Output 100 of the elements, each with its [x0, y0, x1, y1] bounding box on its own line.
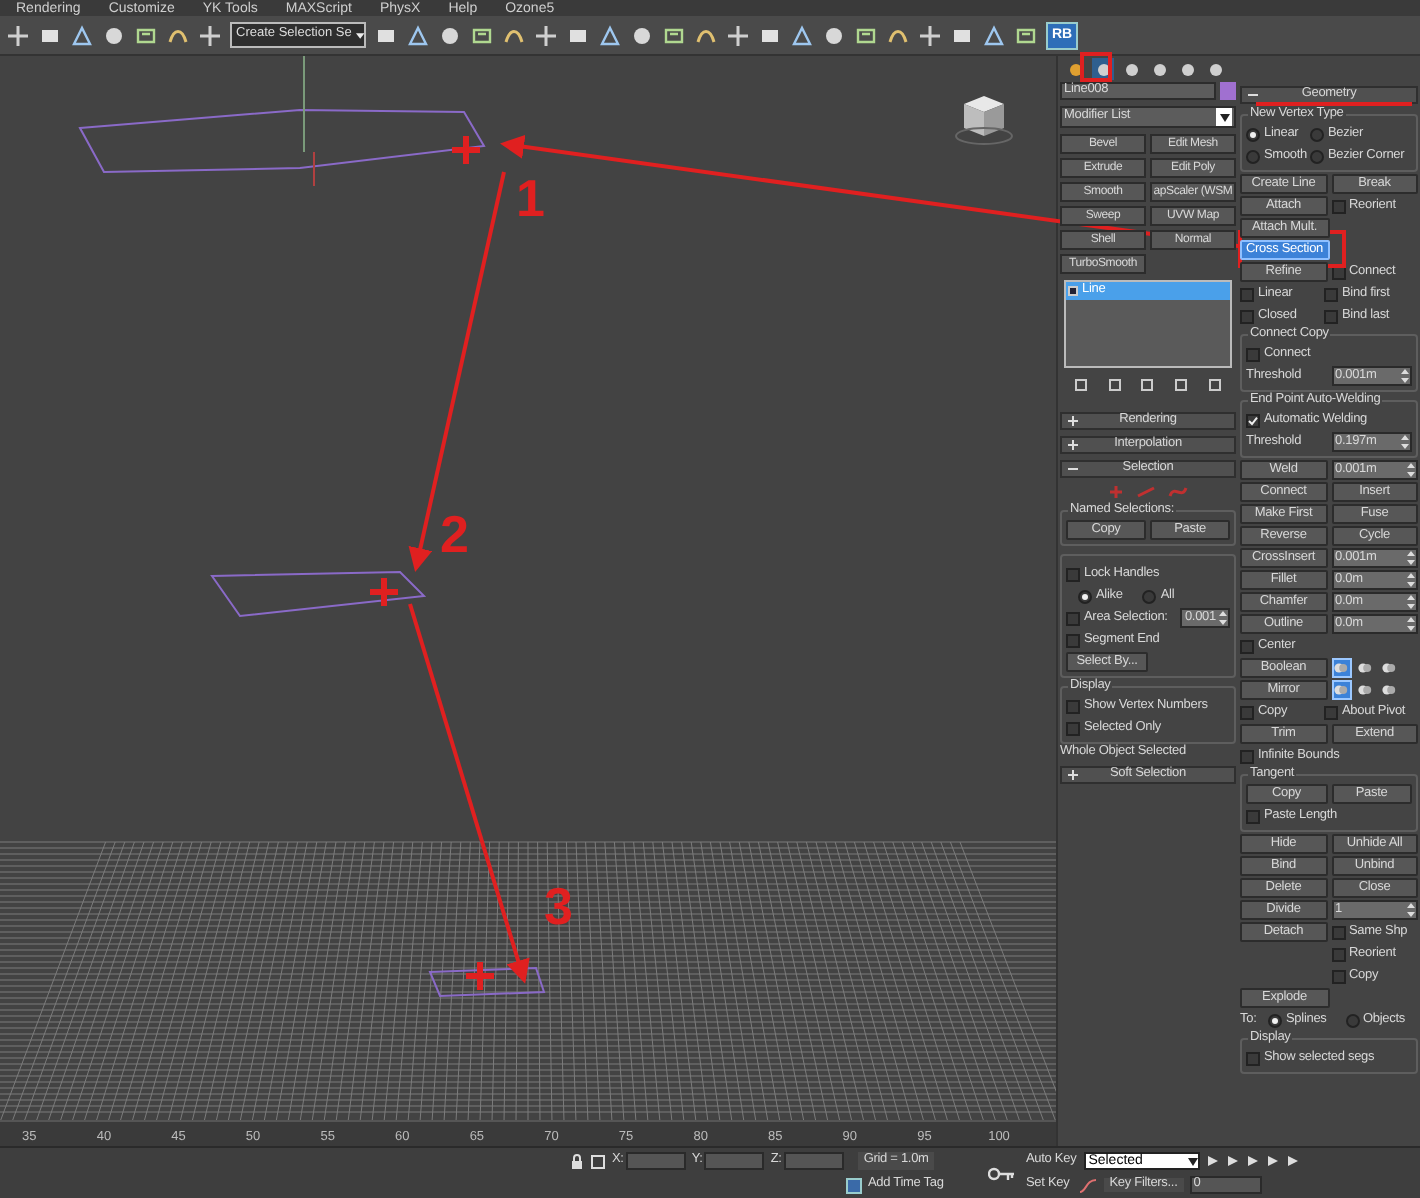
- radio-button[interactable]: [1268, 1013, 1282, 1027]
- checkbox[interactable]: [1246, 413, 1260, 427]
- radio-button[interactable]: [1310, 149, 1324, 163]
- plus-marker: [367, 575, 401, 609]
- key-icon[interactable]: [988, 1165, 1016, 1181]
- axis-line: [303, 56, 305, 153]
- checkbox[interactable]: [1066, 633, 1080, 647]
- spinner-arrows-icon: [1400, 368, 1410, 384]
- tool-icon[interactable]: [790, 23, 814, 47]
- radio-button[interactable]: [1078, 589, 1092, 603]
- checkbox[interactable]: [1324, 705, 1338, 719]
- panel-tab[interactable]: [1148, 58, 1170, 80]
- spinner-arrows-icon: [1406, 594, 1416, 610]
- tool-icon[interactable]: [70, 23, 94, 47]
- tool-icon[interactable]: [534, 23, 558, 47]
- caret-icon: [1219, 113, 1229, 121]
- marker-number: 1: [516, 172, 545, 224]
- tool-icon[interactable]: [662, 23, 686, 47]
- caret-icon: [355, 29, 364, 41]
- checkbox[interactable]: [1240, 705, 1254, 719]
- spinner-arrows-icon: [1400, 434, 1410, 450]
- radio-button[interactable]: [1246, 149, 1260, 163]
- checkbox[interactable]: [1324, 309, 1338, 323]
- color-swatch[interactable]: [1220, 82, 1236, 100]
- plus-icon: [1068, 769, 1078, 779]
- transform-mode-icon[interactable]: [590, 1153, 606, 1169]
- checkbox[interactable]: [1066, 721, 1080, 735]
- radio-button[interactable]: [1345, 1013, 1359, 1027]
- checkbox[interactable]: [1331, 947, 1345, 961]
- highlight-frame: [1080, 52, 1112, 82]
- checkbox[interactable]: [1246, 347, 1260, 361]
- spinner-arrows-icon: [1406, 616, 1416, 632]
- stack-tool-icon[interactable]: [1107, 377, 1122, 391]
- spinner-arrows-icon: [1406, 462, 1416, 478]
- tool-icon[interactable]: [102, 23, 126, 47]
- radio-button[interactable]: [1246, 127, 1260, 141]
- time-tag-icon[interactable]: [846, 1177, 862, 1193]
- stack-tool-icon[interactable]: [1174, 377, 1189, 391]
- tool-icon[interactable]: [438, 23, 462, 47]
- marker-number: 2: [440, 508, 469, 560]
- tool-icon[interactable]: [1014, 23, 1038, 47]
- stack-tool-icon[interactable]: [1073, 377, 1088, 391]
- tool-icon[interactable]: [982, 23, 1006, 47]
- highlight-frame: [1238, 230, 1346, 268]
- checkbox[interactable]: [1066, 611, 1080, 625]
- panel-tab[interactable]: [1176, 58, 1198, 80]
- checkbox[interactable]: [1240, 287, 1254, 301]
- coordinate-field[interactable]: [783, 1152, 844, 1170]
- mode-toggle[interactable]: [1379, 680, 1399, 700]
- coordinate-field[interactable]: [625, 1152, 686, 1170]
- spinner-arrows-icon: [1406, 550, 1416, 566]
- spinner-arrows-icon: [1218, 610, 1228, 626]
- tool-icon[interactable]: [470, 23, 494, 47]
- spinner-arrows-icon: [1406, 902, 1416, 918]
- tool-icon[interactable]: [726, 23, 750, 47]
- tool-icon[interactable]: [406, 23, 430, 47]
- checkbox[interactable]: [1066, 567, 1080, 581]
- stack-tool-icon[interactable]: [1140, 377, 1155, 391]
- panel-tab[interactable]: [1064, 58, 1086, 80]
- tool-icon[interactable]: [6, 23, 30, 47]
- checkbox[interactable]: [1331, 969, 1345, 983]
- checkbox[interactable]: [1331, 925, 1345, 939]
- checkbox[interactable]: [1246, 809, 1260, 823]
- checkbox[interactable]: [1246, 1051, 1260, 1065]
- checkbox[interactable]: [1324, 287, 1338, 301]
- caret-icon: [1188, 1157, 1199, 1165]
- view-cube-icon[interactable]: [955, 96, 1013, 145]
- tool-icon[interactable]: [598, 23, 622, 47]
- radio-button[interactable]: [1310, 127, 1324, 141]
- tool-icon[interactable]: [134, 23, 158, 47]
- checkbox[interactable]: [1240, 749, 1254, 763]
- tool-icon[interactable]: [918, 23, 942, 47]
- checkbox[interactable]: [1331, 199, 1345, 213]
- plus-icon: [1068, 440, 1078, 450]
- lock-icon[interactable]: [570, 1153, 584, 1169]
- tool-icon[interactable]: [822, 23, 846, 47]
- mode-toggle[interactable]: [1331, 680, 1351, 700]
- plus-icon: [1068, 416, 1078, 426]
- plus-marker: [463, 959, 497, 993]
- mode-toggle[interactable]: [1355, 658, 1375, 678]
- mode-toggle[interactable]: [1355, 680, 1375, 700]
- curve-icon[interactable]: [1077, 1177, 1098, 1193]
- minus-icon: [1068, 464, 1078, 474]
- minus-icon: [1248, 90, 1258, 100]
- checkbox[interactable]: [1240, 639, 1254, 653]
- tool-icon[interactable]: [198, 23, 222, 47]
- panel-tab[interactable]: [1120, 58, 1142, 80]
- stack-tool-icon[interactable]: [1208, 377, 1223, 391]
- coordinate-field[interactable]: [704, 1152, 765, 1170]
- mode-toggle[interactable]: [1331, 658, 1351, 678]
- expand-icon: [1068, 286, 1078, 296]
- panel-tab[interactable]: [1204, 58, 1226, 80]
- mode-toggle[interactable]: [1379, 658, 1399, 678]
- checkbox[interactable]: [1240, 309, 1254, 323]
- spline-outline: [428, 966, 546, 998]
- spinner-arrows-icon: [1406, 572, 1416, 588]
- tool-icon[interactable]: [630, 23, 654, 47]
- radio-button[interactable]: [1142, 589, 1157, 603]
- checkbox[interactable]: [1066, 699, 1080, 713]
- tool-icon[interactable]: [854, 23, 878, 47]
